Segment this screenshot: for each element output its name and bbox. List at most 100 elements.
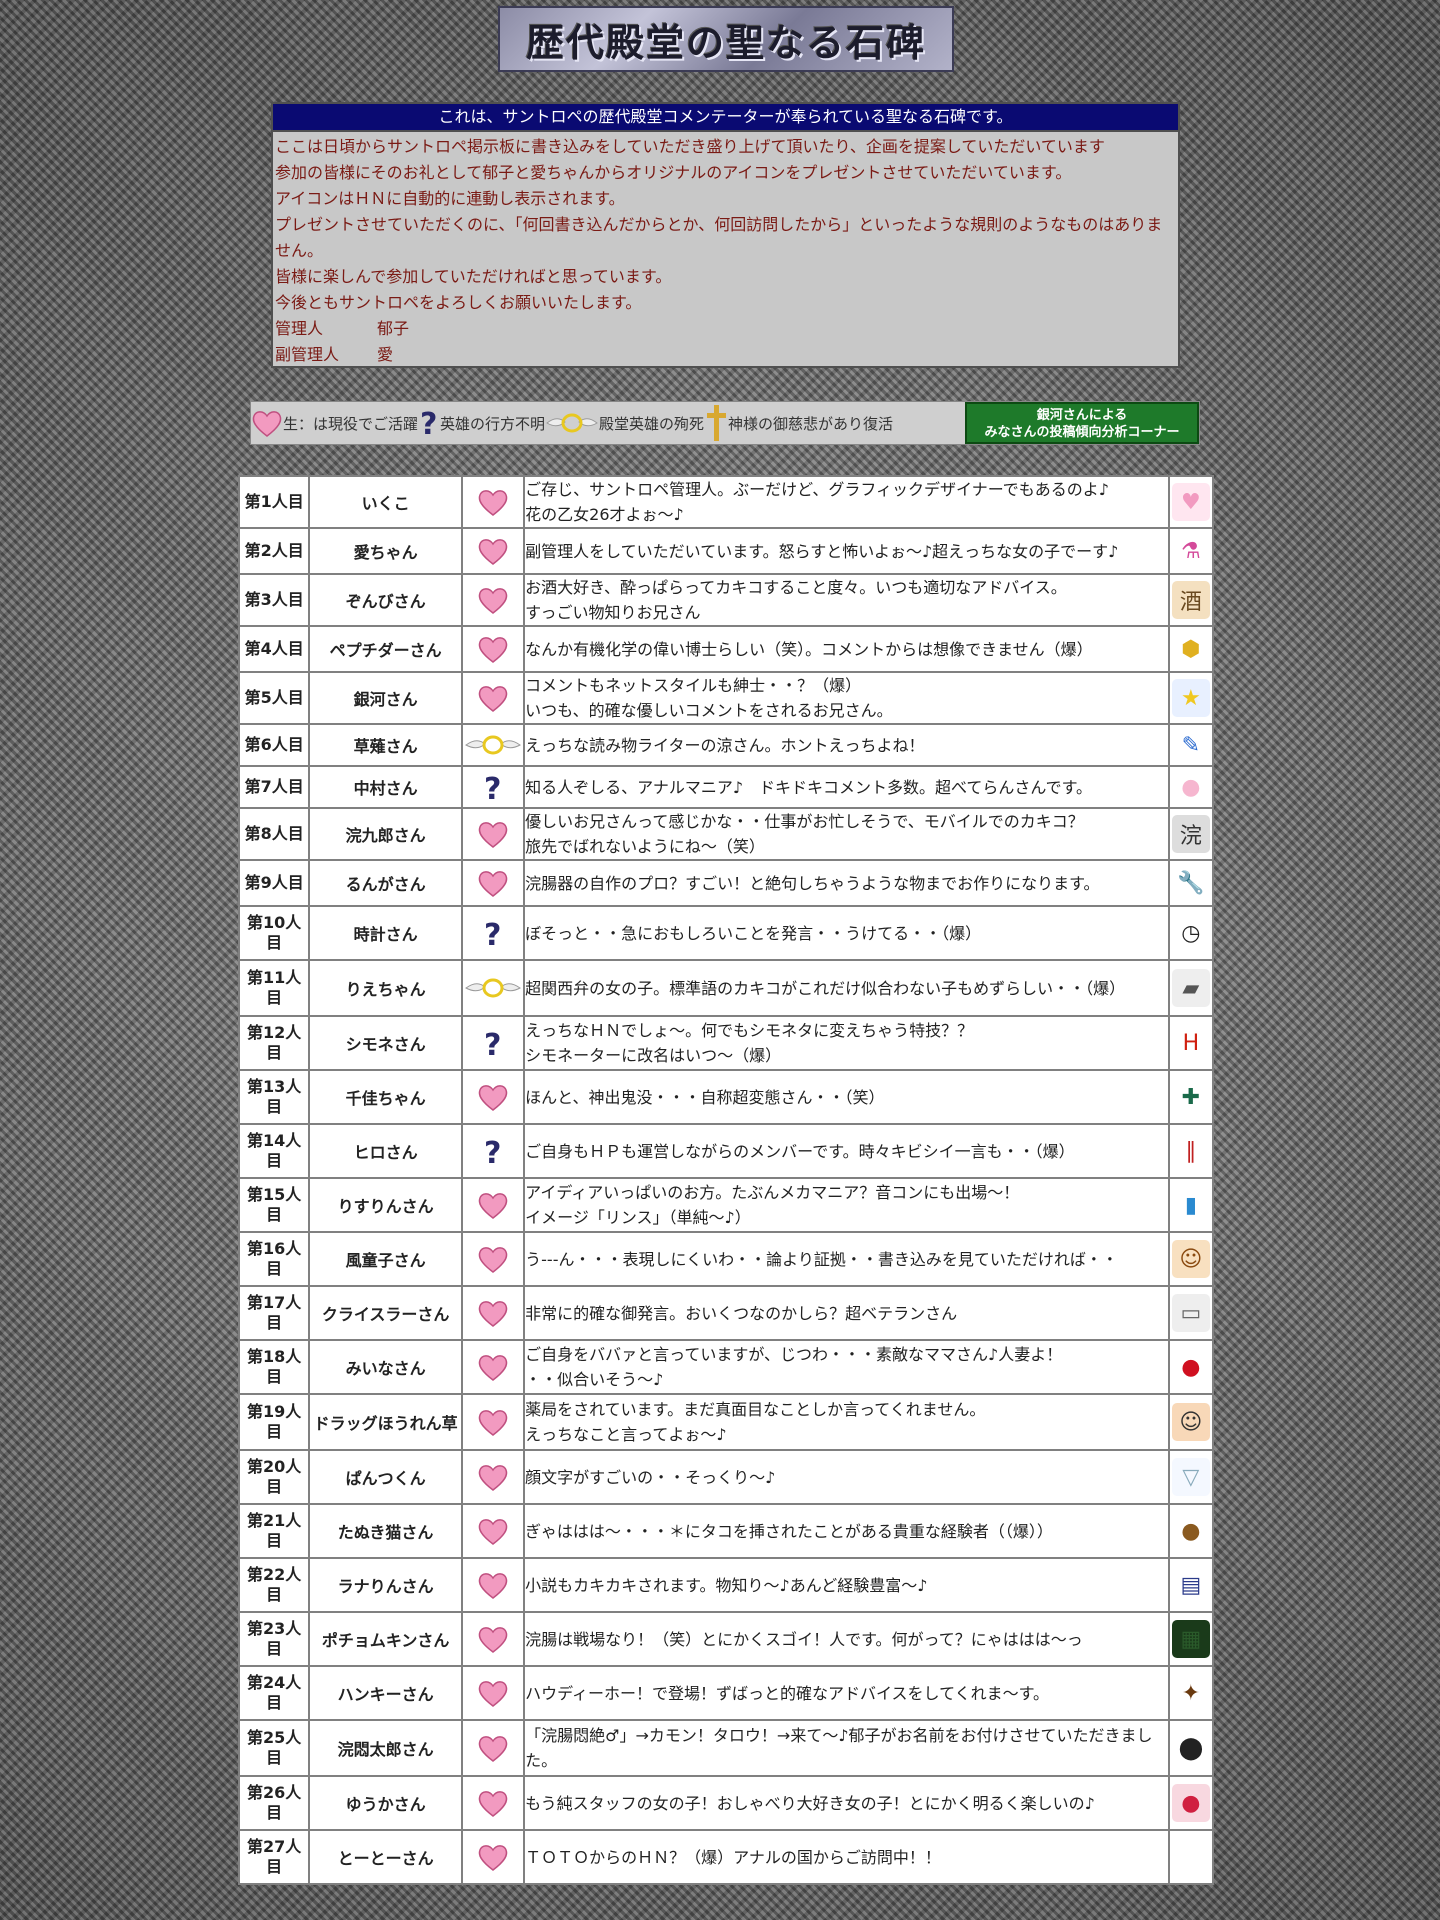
member-avatar — [1167, 1829, 1215, 1885]
member-name: 浣九郎さん — [308, 807, 463, 861]
member-avatar: ✎ — [1167, 723, 1215, 767]
dead-halo-icon — [465, 978, 521, 998]
member-comment: お酒大好き、酔っぱらってカキコすること度々。いつも適切なアドバイス。 すっごい物… — [523, 573, 1170, 627]
member-status — [460, 625, 526, 673]
analysis-line1: 銀河さんによる — [1036, 408, 1128, 423]
legend-missing: ? 英雄の行方不明 — [418, 407, 545, 439]
admin-label: 管理人 — [275, 319, 324, 338]
bear-icon: ● — [1171, 1512, 1210, 1550]
intro-line: 皆様に楽しんで参加していただければと思っています。 — [275, 267, 672, 286]
member-comment: ぼそっと・・急におもしろいことを発言・・うけてる・・（爆） — [523, 905, 1170, 961]
member-status — [460, 527, 526, 575]
member-name: 浣悶太郎さん — [308, 1719, 463, 1777]
member-status — [460, 859, 526, 907]
member-status — [460, 671, 526, 725]
member-name: 愛ちゃん — [308, 527, 463, 575]
member-status — [460, 1557, 526, 1613]
member-rank: 第5人目 — [237, 671, 311, 725]
member-row: 第20人目 ぱんつくん 顔文字がすごいの・・そっくり～♪ ▽ — [237, 1449, 1215, 1505]
member-avatar: 酒 — [1167, 573, 1215, 627]
member-rank: 第24人目 — [237, 1665, 311, 1721]
member-name: 銀河さん — [308, 671, 463, 725]
tag-icon: ▰ — [1171, 969, 1210, 1007]
missing-question-icon: ? — [484, 1136, 501, 1168]
member-name: ドラッグほうれん草 — [308, 1393, 463, 1451]
member-row: 第16人目 風童子さん う---ん・・・表現しにくいわ・・論より証拠・・書き込みを見… — [237, 1231, 1215, 1287]
svg-text:?: ? — [484, 1028, 501, 1060]
legend-missing-label: 英雄の行方不明 — [440, 414, 546, 433]
member-avatar: ▦ — [1167, 1611, 1215, 1667]
member-status — [460, 1719, 526, 1777]
alive-heart-icon — [478, 490, 508, 516]
hexagon-icon: ⬢ — [1171, 630, 1210, 668]
member-status — [460, 1393, 526, 1451]
rinse-bottle-icon: ▮ — [1171, 1186, 1210, 1224]
member-rank: 第19人目 — [237, 1393, 311, 1451]
member-status: ? — [460, 1015, 526, 1071]
member-rank: 第20人目 — [237, 1449, 311, 1505]
member-name: みいなさん — [308, 1339, 463, 1395]
member-name: ゆうかさん — [308, 1775, 463, 1831]
member-comment: 優しいお兄さんって感じかな・・仕事がお忙しそうで、モバイルでのカキコ？ 旅先でば… — [523, 807, 1170, 861]
member-row: 第21人目 たぬき猫さん ぎゃははは～・・・＊にタコを挿されたことがある貴重な経験者… — [237, 1503, 1215, 1559]
member-comment: 浣腸は戦場なり！（笑）とにかくスゴイ！人です。何がって？にゃははは～っ — [523, 1611, 1170, 1667]
member-comment: 薬局をされています。まだ真面目なことしか言ってくれません。 えっちなこと言ってよ… — [523, 1393, 1170, 1451]
subadmin-signature: 副管理人 愛 — [275, 342, 1176, 368]
crest-icon: 浣 — [1171, 815, 1210, 853]
member-status — [460, 1339, 526, 1395]
member-rank: 第27人目 — [237, 1829, 311, 1885]
member-status: ? — [460, 905, 526, 961]
member-comment: なんか有機化学の偉い博士らしい（笑）。コメントからは想像できません（爆） — [523, 625, 1170, 673]
member-name: たぬき猫さん — [308, 1503, 463, 1559]
member-status — [460, 1503, 526, 1559]
member-comment: ほんと、神出鬼没・・・自称超変態さん・・（笑） — [523, 1069, 1170, 1125]
member-name: とーとーさん — [308, 1829, 463, 1885]
member-avatar: ▰ — [1167, 959, 1215, 1017]
alive-heart-icon — [478, 1736, 508, 1762]
page-title: 歴代殿堂の聖なる石碑 — [525, 19, 926, 65]
member-name: るんがさん — [308, 859, 463, 907]
member-rank: 第18人目 — [237, 1339, 311, 1395]
member-status — [460, 1829, 526, 1885]
member-rank: 第21人目 — [237, 1503, 311, 1559]
member-row: 第8人目 浣九郎さん 優しいお兄さんって感じかな・・仕事がお忙しそうで、モバイルでの… — [237, 807, 1215, 861]
member-rank: 第11人目 — [237, 959, 311, 1017]
peach-icon: ● — [1171, 768, 1210, 806]
member-comment: ご自身をババァと言っていますが、じつわ・・・素敵なママさん♪人妻よ！ ・・似合い… — [523, 1339, 1170, 1395]
pen-icon: ✎ — [1171, 726, 1210, 764]
member-row: 第25人目 浣悶太郎さん 「浣腸悶絶♂」→カモン！タロウ！→来て～♪郁子がお名前をお… — [237, 1719, 1215, 1777]
member-rank: 第2人目 — [237, 527, 311, 575]
alive-heart-icon — [478, 539, 508, 565]
member-rank: 第26人目 — [237, 1775, 311, 1831]
member-name: シモネさん — [308, 1015, 463, 1071]
legend-alive: 生：は現役でご活躍 — [251, 408, 418, 438]
admin-name: 郁子 — [377, 319, 410, 338]
member-avatar: 浣 — [1167, 807, 1215, 861]
camo-icon: ▦ — [1171, 1620, 1210, 1658]
member-name: クライスラーさん — [308, 1285, 463, 1341]
member-avatar: ◷ — [1167, 905, 1215, 961]
alive-heart-icon — [478, 1519, 508, 1545]
member-rank: 第17人目 — [237, 1285, 311, 1341]
member-avatar: ☺ — [1167, 1231, 1215, 1287]
member-row: 第6人目 草薙さん えっちな読み物ライターの涼さん。ホントえっちよね！ ✎ — [237, 723, 1215, 767]
member-name: ペプチダーさん — [308, 625, 463, 673]
syringe-icon: ✚ — [1171, 1078, 1210, 1116]
analysis-corner-button[interactable]: 銀河さんによる みなさんの投稿傾向分析コーナー — [965, 402, 1199, 444]
intro-line: プレゼントさせていただくのに、「何回書き込んだからとか、何回訪問したから」といっ… — [275, 215, 1163, 260]
member-name: ハンキーさん — [308, 1665, 463, 1721]
alive-heart-icon — [478, 1465, 508, 1491]
legend-alive-label: 生：は現役でご活躍 — [283, 414, 419, 433]
member-comment: 知る人ぞしる、アナルマニア♪ ドキドキコメント多数。超べてらんさんです。 — [523, 765, 1170, 809]
member-avatar: ⬢ — [1167, 625, 1215, 673]
alive-heart-icon — [478, 1301, 508, 1327]
member-avatar: ▭ — [1167, 1285, 1215, 1341]
member-rank: 第10人目 — [237, 905, 311, 961]
member-avatar: ⬤ — [1167, 1719, 1215, 1777]
member-row: 第15人目 りすりんさん アイディアいっぱいのお方。たぶんメカマニア？音コンにも出場… — [237, 1177, 1215, 1233]
intro-line: 参加の皆様にそのお礼として郁子と愛ちゃんからオリジナルのアイコンをプレゼントさせ… — [275, 163, 1072, 182]
member-row: 第2人目 愛ちゃん 副管理人をしていただいています。怒らすと怖いよぉ～♪超えっちな女… — [237, 527, 1215, 575]
member-avatar: ● — [1167, 1339, 1215, 1395]
alive-heart-icon — [478, 1410, 508, 1436]
member-row: 第10人目 時計さん? ぼそっと・・急におもしろいことを発言・・うけてる・・（爆） ◷ — [237, 905, 1215, 961]
